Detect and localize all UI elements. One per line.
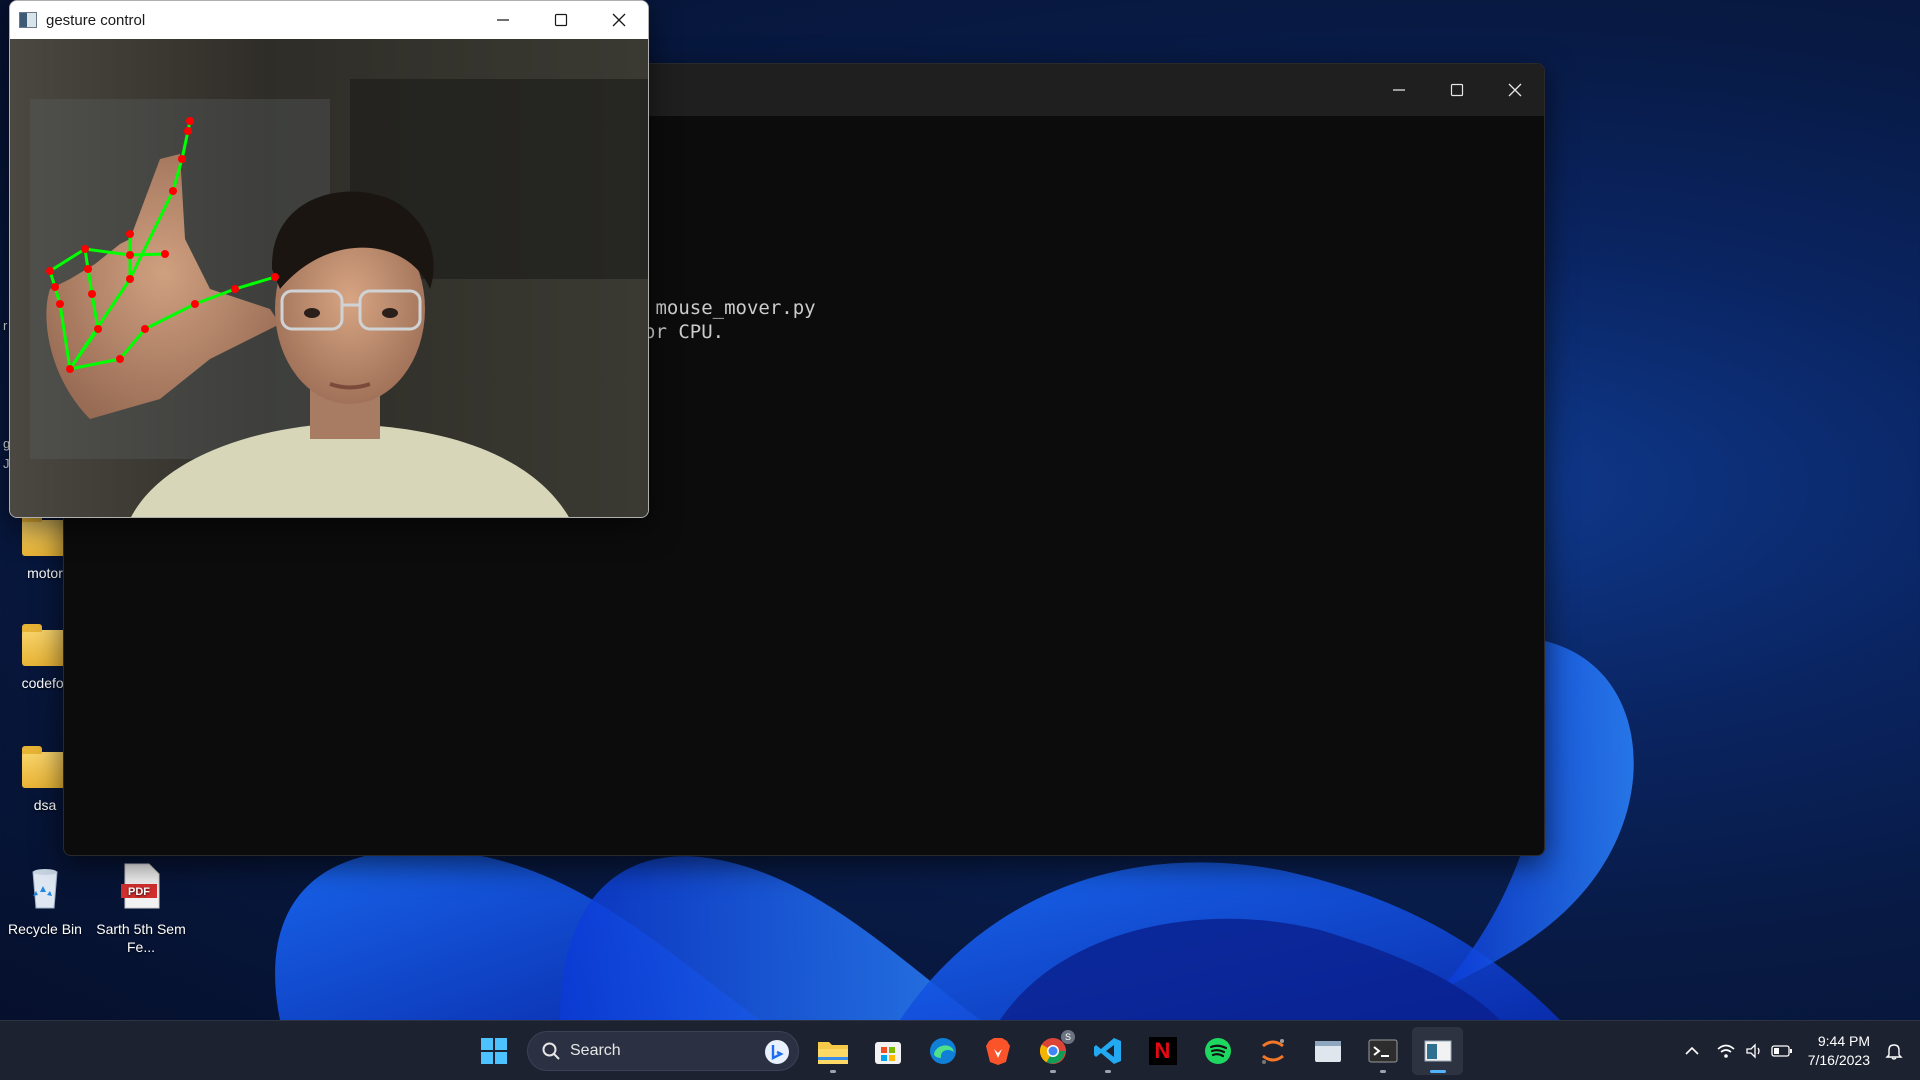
folder-icon xyxy=(22,746,68,788)
jupyter-icon xyxy=(1261,1039,1284,1064)
microsoft-store-icon xyxy=(874,1042,901,1064)
camera-feed xyxy=(10,39,648,517)
network-button[interactable] xyxy=(1712,1037,1740,1065)
desktop-icon-label: Recycle Bin xyxy=(8,921,82,937)
speaker-icon xyxy=(1746,1043,1760,1059)
clock-date: 7/16/2023 xyxy=(1807,1052,1870,1068)
close-button[interactable] xyxy=(1486,64,1544,116)
window-controls xyxy=(474,1,648,39)
chrome-profile-badge: S xyxy=(1061,1030,1075,1044)
window-title: gesture control xyxy=(46,11,146,29)
brave-icon xyxy=(985,1038,1010,1065)
minimize-icon xyxy=(497,19,509,21)
gesture-control-window[interactable]: gesture control xyxy=(9,0,649,518)
maximize-button[interactable] xyxy=(532,1,590,39)
spotify-icon xyxy=(1204,1038,1231,1064)
file-explorer-icon xyxy=(817,1042,848,1064)
gesture-control-app-icon xyxy=(1424,1040,1451,1062)
bell-icon xyxy=(1885,1044,1903,1060)
taskbar-window-app[interactable] xyxy=(1302,1027,1353,1075)
minimize-button[interactable] xyxy=(1370,64,1428,116)
taskbar-gesture-control[interactable] xyxy=(1412,1027,1463,1075)
taskbar-jupyter[interactable] xyxy=(1247,1027,1298,1075)
bing-chat-icon[interactable] xyxy=(764,1039,790,1065)
taskbar-terminal[interactable] xyxy=(1357,1027,1408,1075)
folder-icon xyxy=(22,624,68,666)
notifications-button[interactable] xyxy=(1880,1037,1908,1065)
window-controls xyxy=(1370,64,1544,116)
taskbar-clock[interactable]: 9:44 PM 7/16/2023 xyxy=(1808,1032,1870,1070)
maximize-icon xyxy=(1450,83,1464,97)
edge-icon xyxy=(929,1038,956,1064)
maximize-icon xyxy=(554,13,568,27)
terminal-line: or CPU. xyxy=(644,321,725,343)
taskbar-store[interactable] xyxy=(862,1027,913,1075)
maximize-button[interactable] xyxy=(1428,64,1486,116)
svg-text:PDF: PDF xyxy=(128,886,150,898)
folder-icon xyxy=(22,514,68,556)
terminal-output: mouse_mover.py or CPU. xyxy=(644,296,816,344)
minimize-button[interactable] xyxy=(474,1,532,39)
netflix-icon: N xyxy=(1148,1037,1177,1065)
app-window-icon xyxy=(19,12,37,28)
gesture-control-titlebar[interactable]: gesture control xyxy=(10,1,648,39)
taskbar-file-explorer[interactable] xyxy=(807,1027,858,1075)
start-button[interactable] xyxy=(468,1027,519,1075)
volume-button[interactable] xyxy=(1740,1037,1768,1065)
search-label: Search xyxy=(570,1042,621,1059)
pdf-icon: PDF xyxy=(121,863,160,909)
system-tray: 9:44 PM 7/16/2023 xyxy=(1678,1021,1920,1080)
desktop-icon-recycle-bin[interactable]: Recycle Bin xyxy=(0,862,90,938)
desktop-icon-label: Sarth 5th Sem Fe... xyxy=(96,921,186,955)
terminal-line: mouse_mover.py xyxy=(644,297,816,319)
taskbar-apps: Search S N xyxy=(468,1021,1463,1080)
taskbar-search[interactable]: Search xyxy=(527,1031,799,1071)
chevron-up-icon xyxy=(1685,1046,1699,1055)
vscode-icon xyxy=(1093,1038,1121,1064)
close-button[interactable] xyxy=(590,1,648,39)
taskbar-brave[interactable] xyxy=(972,1027,1023,1075)
taskbar: Search S N 9:44 PM 7/16/2023 xyxy=(0,1020,1920,1080)
close-icon xyxy=(1508,83,1522,97)
partial-desktop-text: r xyxy=(3,318,8,333)
taskbar-netflix[interactable]: N xyxy=(1137,1027,1188,1075)
clock-time: 9:44 PM xyxy=(1817,1033,1870,1049)
close-icon xyxy=(612,13,626,27)
desktop-icon-pdf[interactable]: PDF Sarth 5th Sem Fe... xyxy=(96,862,186,956)
taskbar-vscode[interactable] xyxy=(1082,1027,1133,1075)
recycle-bin-icon xyxy=(32,869,58,909)
window-app-icon xyxy=(1314,1041,1341,1062)
terminal-icon xyxy=(1368,1039,1397,1063)
battery-button[interactable] xyxy=(1768,1037,1796,1065)
taskbar-edge[interactable] xyxy=(917,1027,968,1075)
taskbar-spotify[interactable] xyxy=(1192,1027,1243,1075)
taskbar-chrome[interactable]: S xyxy=(1027,1027,1078,1075)
minimize-icon xyxy=(1393,89,1405,91)
wifi-icon xyxy=(1717,1044,1735,1058)
search-icon xyxy=(542,1042,560,1060)
windows-start-icon xyxy=(480,1038,507,1064)
show-hidden-icons-button[interactable] xyxy=(1678,1037,1706,1065)
battery-icon xyxy=(1771,1045,1792,1057)
